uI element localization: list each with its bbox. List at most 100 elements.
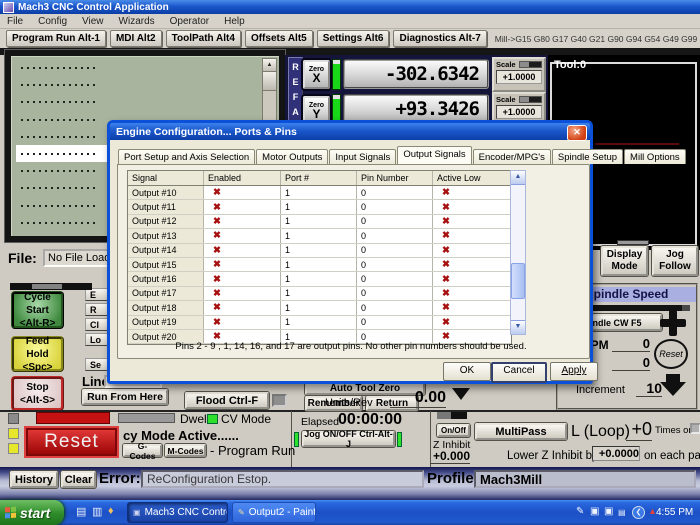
- z-inhibit-value[interactable]: +0.000: [430, 449, 470, 464]
- enabled-cell[interactable]: ✖: [204, 215, 281, 228]
- tab-mdi[interactable]: MDI Alt2: [110, 30, 162, 47]
- pin-cell[interactable]: 0: [357, 244, 433, 257]
- history-button[interactable]: History: [10, 471, 58, 488]
- taskbar-item-mach3[interactable]: ▣ Mach3 CNC Control A...: [127, 502, 228, 523]
- feed-hold-button[interactable]: Feed Hold <Spc>: [11, 336, 64, 372]
- tray-window-icon-1[interactable]: ▣: [590, 506, 599, 517]
- tab-encoder-mpgs[interactable]: Encoder/MPG's: [473, 149, 551, 164]
- menu-wizards[interactable]: Wizards: [119, 16, 155, 27]
- port-cell[interactable]: 1: [281, 200, 357, 213]
- jog-follow-button[interactable]: JogFollow: [652, 246, 698, 276]
- clear-button[interactable]: Clear: [61, 471, 96, 488]
- run-from-here-button[interactable]: Run From Here: [82, 389, 168, 405]
- loop-value[interactable]: +0: [626, 419, 652, 441]
- port-cell[interactable]: 1: [281, 272, 357, 285]
- units-rev-value[interactable]: 0.00: [390, 389, 446, 408]
- quicklaunch-icon-2[interactable]: ▥: [92, 505, 102, 518]
- port-cell[interactable]: 1: [281, 215, 357, 228]
- port-cell[interactable]: 1: [281, 301, 357, 314]
- active-low-cell[interactable]: ✖: [433, 272, 509, 285]
- active-low-cell[interactable]: ✖: [433, 186, 509, 199]
- port-cell[interactable]: 1: [281, 316, 357, 329]
- tray-window-icon-2[interactable]: ▣: [604, 506, 613, 517]
- gcodes-button[interactable]: G-Codes: [123, 444, 162, 457]
- mcodes-button[interactable]: M-Codes: [165, 444, 206, 457]
- apply-button[interactable]: Apply: [550, 362, 598, 381]
- active-low-cell[interactable]: ✖: [433, 301, 509, 314]
- enabled-cell[interactable]: ✖: [204, 186, 281, 199]
- active-low-cell[interactable]: ✖: [433, 316, 509, 329]
- y-scale-value[interactable]: +1.0000: [496, 105, 542, 119]
- jog-onoff-button[interactable]: Jog ON/OFF Ctrl-Alt-J: [302, 431, 395, 447]
- port-cell[interactable]: 1: [281, 229, 357, 242]
- spindle-override-value[interactable]: 0: [612, 355, 650, 371]
- tab-motor-outputs[interactable]: Motor Outputs: [256, 149, 328, 164]
- tab-program-run[interactable]: Program Run Alt-1: [6, 30, 106, 47]
- active-low-cell[interactable]: ✖: [433, 229, 509, 242]
- menu-config[interactable]: Config: [38, 16, 67, 27]
- dialog-titlebar[interactable]: Engine Configuration... Ports & Pins: [110, 123, 590, 140]
- active-low-cell[interactable]: ✖: [433, 244, 509, 257]
- units-rev-down-icon[interactable]: [452, 388, 470, 400]
- quicklaunch-icon-3[interactable]: ♦: [108, 505, 114, 517]
- zero-x-button[interactable]: Zero X: [303, 60, 330, 89]
- port-cell[interactable]: 1: [281, 287, 357, 300]
- close-icon[interactable]: ✕: [567, 125, 587, 141]
- enabled-cell[interactable]: ✖: [204, 316, 281, 329]
- active-low-cell[interactable]: ✖: [433, 287, 509, 300]
- pin-cell[interactable]: 0: [357, 272, 433, 285]
- increment-value[interactable]: 10: [636, 380, 662, 397]
- menu-file[interactable]: File: [7, 16, 23, 27]
- pin-cell[interactable]: 0: [357, 287, 433, 300]
- pin-cell[interactable]: 0: [357, 200, 433, 213]
- spindle-plus-icon[interactable]: [660, 310, 686, 336]
- tab-diagnostics[interactable]: Diagnostics Alt-7: [393, 30, 486, 47]
- ok-button[interactable]: OK: [443, 362, 491, 381]
- stop-button[interactable]: Stop <Alt-S>: [11, 376, 64, 411]
- cancel-button[interactable]: Cancel: [491, 362, 547, 383]
- display-mode-button[interactable]: DisplayMode: [601, 246, 648, 276]
- pin-cell[interactable]: 0: [357, 229, 433, 242]
- quicklaunch-icon-1[interactable]: ▤: [76, 505, 86, 518]
- tray-pen-icon[interactable]: ✎: [576, 506, 584, 517]
- menu-help[interactable]: Help: [224, 16, 245, 27]
- tab-input-signals[interactable]: Input Signals: [329, 149, 396, 164]
- pin-cell[interactable]: 0: [357, 186, 433, 199]
- tab-offsets[interactable]: Offsets Alt5: [245, 30, 313, 47]
- tab-toolpath[interactable]: ToolPath Alt4: [166, 30, 241, 47]
- tray-chevron-icon[interactable]: ❮: [632, 506, 645, 519]
- cycle-start-button[interactable]: Cycle Start <Alt-R>: [11, 291, 64, 329]
- tab-mill-options[interactable]: Mill Options: [624, 149, 686, 164]
- pin-cell[interactable]: 0: [357, 215, 433, 228]
- enabled-cell[interactable]: ✖: [204, 258, 281, 271]
- spindle-reset-button[interactable]: Reset: [654, 339, 688, 369]
- scroll-down-icon[interactable]: ▼: [511, 320, 525, 334]
- tray-device-icon[interactable]: ▤: [618, 508, 626, 517]
- start-button[interactable]: start: [0, 500, 64, 525]
- enabled-cell[interactable]: ✖: [204, 287, 281, 300]
- tab-settings[interactable]: Settings Alt6: [317, 30, 390, 47]
- menu-view[interactable]: View: [82, 16, 104, 27]
- active-low-cell[interactable]: ✖: [433, 200, 509, 213]
- spindle-minus-icon[interactable]: [660, 374, 686, 398]
- reset-button[interactable]: Reset: [24, 426, 119, 458]
- rpm-value[interactable]: 0: [612, 336, 650, 352]
- tab-port-setup[interactable]: Port Setup and Axis Selection: [118, 149, 255, 164]
- scroll-up-icon[interactable]: ▲: [263, 59, 276, 72]
- tab-output-signals[interactable]: Output Signals: [397, 146, 471, 164]
- enabled-cell[interactable]: ✖: [204, 200, 281, 213]
- tab-spindle-setup[interactable]: Spindle Setup: [552, 149, 623, 164]
- x-dro-readout[interactable]: -302.6342: [343, 59, 489, 89]
- scroll-up-icon[interactable]: ▲: [511, 171, 525, 185]
- scrollbar-thumb[interactable]: [263, 72, 276, 91]
- taskbar-item-paint[interactable]: ✎ Output2 - Paint: [232, 502, 316, 523]
- enabled-cell[interactable]: ✖: [204, 301, 281, 314]
- pin-cell[interactable]: 0: [357, 316, 433, 329]
- scrollbar-thumb[interactable]: [511, 263, 525, 299]
- port-cell[interactable]: 1: [281, 258, 357, 271]
- multipass-button[interactable]: MultiPass: [475, 423, 567, 440]
- port-cell[interactable]: 1: [281, 186, 357, 199]
- port-cell[interactable]: 1: [281, 244, 357, 257]
- m30-checkbox[interactable]: [690, 423, 700, 434]
- enabled-cell[interactable]: ✖: [204, 272, 281, 285]
